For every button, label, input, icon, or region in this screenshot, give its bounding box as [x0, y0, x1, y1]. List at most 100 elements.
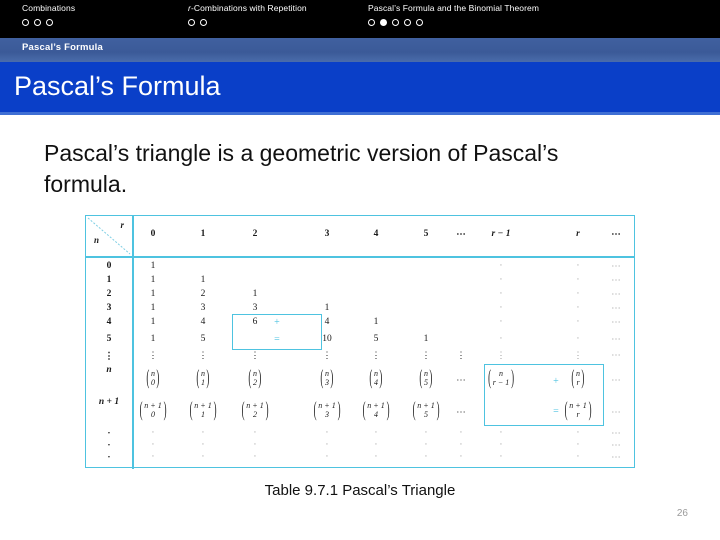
nav-section-label: Combinations	[22, 3, 76, 13]
table-column-header: r − 1	[491, 229, 511, 239]
nav-progress-dots	[368, 19, 539, 26]
nav-progress-dots	[22, 19, 75, 26]
nav-progress-dots	[188, 19, 307, 26]
highlight-notch-symbolic	[484, 364, 535, 396]
table-cell: ⋮	[421, 350, 431, 360]
table-column-header: 2	[252, 229, 258, 239]
table-cell: ·	[576, 334, 580, 344]
nav-dot[interactable]	[368, 19, 375, 26]
table-cell: ·	[499, 440, 503, 450]
nav-dot[interactable]	[416, 19, 423, 26]
nav-section-label: Pascal’s Formula and the Binomial Theore…	[368, 3, 540, 13]
paren-left: (	[139, 398, 143, 422]
table-cell: 1	[150, 317, 156, 327]
table-cell: ·	[374, 452, 378, 462]
table-row-label: 4	[106, 317, 112, 327]
nav-dot[interactable]	[200, 19, 207, 26]
slide-title-bar: Pascal’s Formula	[0, 62, 720, 115]
paren-right: )	[386, 398, 390, 422]
nav-dot-active[interactable]	[380, 19, 387, 26]
table-row-label: 3	[106, 303, 112, 313]
table-cell: ·	[576, 317, 580, 327]
table-cell: ·	[459, 428, 463, 438]
table-cell: ·	[576, 261, 580, 271]
table-cell: ⋯	[611, 304, 621, 314]
paren-right: )	[258, 366, 262, 390]
table-cell: (n + 1 1)	[189, 398, 217, 422]
table-cell: ·	[576, 303, 580, 313]
binomial-coefficient: (n + 1 5)	[412, 400, 440, 420]
table-row-label: n + 1	[98, 397, 120, 407]
table-cell: ·	[576, 452, 580, 462]
table-cell: (n 3)	[320, 368, 334, 388]
pascals-triangle-table: r n 0 1 2 3 4 5 ⋯ r − 1 r ⋯ 0 1 2 3 4 5 ⋮ n n + 1 · · · 1 · · ⋯…	[85, 215, 635, 469]
nav-section-pascals-formula[interactable]: Pascal’s Formula and the Binomial Theore…	[368, 3, 539, 26]
nav-dot[interactable]	[34, 19, 41, 26]
table-cell: 4	[200, 317, 206, 327]
table-cell: ·	[499, 452, 503, 462]
table-cell: ⋯	[611, 376, 621, 386]
highlight-equals-operator: =	[274, 334, 280, 345]
breadcrumb: Pascal’s Formula	[22, 42, 103, 53]
paren-left: (	[248, 366, 252, 390]
paren-left: (	[362, 398, 366, 422]
slide: Combinations r-Combinations with Repetit…	[0, 0, 720, 540]
table-cell: ·	[374, 428, 378, 438]
table-row-label: ·	[107, 441, 111, 451]
table-cell: ⋮	[250, 350, 260, 360]
table-cell: ⋮	[198, 350, 208, 360]
highlight-mask-numeric	[233, 331, 260, 349]
binomial-coefficient: (n 5)	[419, 368, 433, 388]
table-cell: ·	[576, 289, 580, 299]
table-cell: ·	[499, 275, 503, 285]
table-cell: ⋮	[371, 350, 381, 360]
table-cell: ⋯	[611, 408, 621, 418]
table-cell: ⋯	[611, 276, 621, 286]
binom-bottom: 5	[424, 377, 428, 387]
page-title: Pascal’s Formula	[14, 71, 221, 101]
table-cell: ·	[325, 452, 329, 462]
table-cell: ⋯	[456, 376, 466, 386]
table-cell: 4	[324, 317, 330, 327]
table-cell: (n + 1 3)	[313, 400, 341, 420]
table-column-header: 4	[373, 229, 379, 239]
nav-dot[interactable]	[404, 19, 411, 26]
table-cell: ·	[459, 452, 463, 462]
table-header-rule	[86, 256, 634, 258]
table-cell: ·	[499, 289, 503, 299]
binom-bottom: 3	[325, 377, 329, 387]
nav-section-r-combinations[interactable]: r-Combinations with Repetition	[188, 3, 307, 26]
paren-left: (	[146, 366, 150, 390]
paren-right: )	[213, 398, 217, 422]
nav-dot[interactable]	[46, 19, 53, 26]
binom-bottom: 3	[325, 409, 329, 419]
nav-dot[interactable]	[392, 19, 399, 26]
binomial-coefficient: (n 3)	[320, 368, 334, 388]
table-row-label: 5	[106, 334, 112, 344]
table-cell: ·	[576, 275, 580, 285]
binomial-coefficient: (n 1)	[196, 368, 210, 388]
nav-label-rest: -Combinations with Repetition	[190, 3, 307, 13]
table-cell: ·	[499, 334, 503, 344]
nav-section-label: r-Combinations with Repetition	[188, 3, 307, 14]
binomial-coefficient: (n + 1 1)	[189, 398, 217, 422]
figure-caption: Table 9.7.1 Pascal’s Triangle	[264, 482, 456, 499]
table-cell: ⋯	[611, 335, 621, 345]
body-paragraph: Pascal’s triangle is a geometric version…	[44, 140, 559, 197]
table-cell: 1	[150, 261, 156, 271]
highlight-mask-symbolic	[485, 394, 535, 425]
binomial-coefficient: (n 4)	[369, 366, 383, 390]
table-cell: ·	[499, 303, 503, 313]
nav-section-combinations[interactable]: Combinations	[22, 3, 75, 26]
table-cell: (n 2)	[248, 366, 262, 390]
binomial-coefficient: (n 2)	[248, 366, 262, 390]
paren-right: )	[379, 366, 383, 390]
binom-bottom: 1	[201, 377, 205, 387]
table-column-header: 1	[200, 229, 206, 239]
nav-dot[interactable]	[22, 19, 29, 26]
table-cell: ·	[151, 440, 155, 450]
corner-diagonal-icon	[87, 217, 131, 255]
table-cell: ·	[424, 428, 428, 438]
table-cell: (n + 1 4)	[362, 398, 390, 422]
nav-dot[interactable]	[188, 19, 195, 26]
